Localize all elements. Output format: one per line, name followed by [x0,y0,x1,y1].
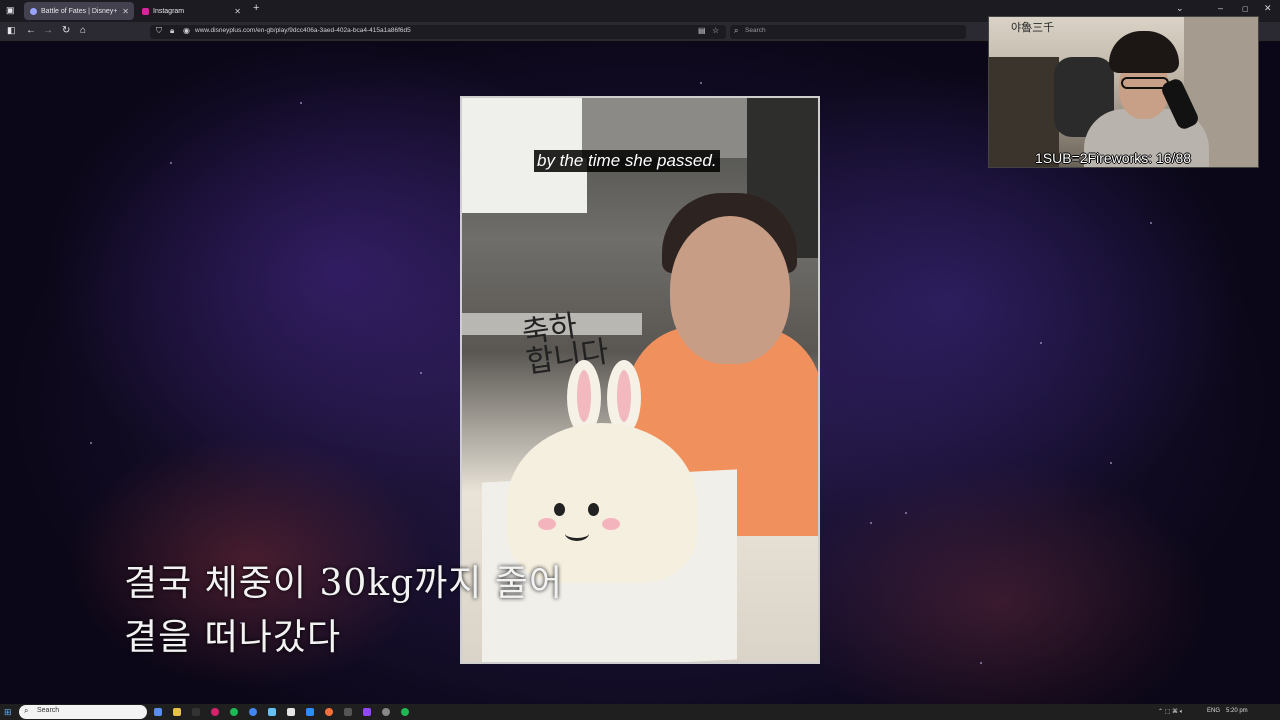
language-indicator[interactable]: ENG [1207,708,1220,714]
address-bar[interactable]: ⛉ 🔒︎ ◉ www.disneyplus.com/en-gb/play/9dc… [150,25,726,39]
subtitle-caption: by the time she passed. [534,150,720,172]
lock-icon[interactable]: 🔒︎ [170,26,174,36]
url-text[interactable]: www.disneyplus.com/en-gb/play/9dcc406a-3… [195,27,411,34]
home-icon[interactable]: ⌂ [80,25,86,36]
app-icon[interactable] [192,708,200,716]
app-icon[interactable] [363,708,371,716]
search-icon: ⌕ [24,706,29,715]
reader-view-icon[interactable]: ▤ [698,26,706,35]
firefox-icon[interactable] [325,708,333,716]
tab-disney[interactable]: Battle of Fates | Disney+ ✕ [24,2,134,20]
speaker-icon [30,7,37,15]
site-icon: ◉ [183,26,190,35]
search-bar[interactable]: ⌕ Search [730,25,966,39]
windows-start-icon[interactable]: ⊞ [4,707,12,718]
task-view-icon[interactable] [154,708,162,716]
chevron-down-icon[interactable]: ⌄ [1176,3,1184,14]
search-placeholder: Search [745,27,766,34]
clock[interactable]: 5:20 pm [1226,708,1248,714]
maximize-icon[interactable]: ▢ [1242,5,1249,13]
new-tab-button[interactable]: + [253,2,259,14]
bookmark-star-icon[interactable]: ☆ [712,26,719,35]
taskbar-search[interactable]: ⌕ Search [19,705,147,719]
cake-eye [588,503,599,516]
window-close-icon[interactable]: ✕ [1264,3,1272,14]
shield-icon[interactable]: ⛉ [156,26,162,36]
streamer-hair [1109,31,1179,73]
tab-title: Instagram [153,7,185,15]
cake-mouth [565,526,589,541]
cake-blush [602,518,620,530]
app-icon[interactable] [287,708,295,716]
tab-list-icon[interactable]: ▣ [6,5,15,16]
minimize-icon[interactable]: – [1218,3,1223,13]
back-icon[interactable]: ← [26,25,36,36]
korean-subtitle-line-1: 결국 체중이 30kg까지 줄어 [124,563,564,604]
cake-eye [554,503,565,516]
taskbar: ⊞ ⌕ Search ⌃ ⬚ ⌘ 🔈︎ ENG 5:20 pm [0,704,1280,720]
tab-instagram[interactable]: Instagram ✕ [136,2,246,20]
file-explorer-icon[interactable] [173,708,181,716]
cake-blush [538,518,556,530]
channel-logo: 야魯三千 [1011,21,1055,34]
spotify-icon[interactable] [230,708,238,716]
forward-icon[interactable]: → [43,25,53,36]
app-icon[interactable] [344,708,352,716]
close-icon[interactable]: ✕ [234,7,241,16]
fireworks-counter: 1SUB=2Fireworks: 16/88 [1035,150,1192,166]
steam-icon[interactable] [268,708,276,716]
korean-subtitle-line-2: 곁을 떠나갔다 [124,617,342,658]
search-icon: ⌕ [734,26,739,35]
app-icon[interactable] [306,708,314,716]
sidebar-icon[interactable]: ◧ [7,25,16,36]
instagram-icon [142,7,149,15]
obs-icon[interactable] [382,708,390,716]
person-face [670,216,790,364]
kitchen-shelf [582,98,767,158]
handwritten-text: 축하 합니다 [519,308,611,381]
taskbar-search-label: Search [37,707,60,714]
chrome-icon[interactable] [249,708,257,716]
app-icon[interactable] [401,708,409,716]
close-icon[interactable]: ✕ [122,7,129,16]
tray-icons[interactable]: ⌃ ⬚ ⌘ 🔈︎ [1158,708,1183,716]
app-icon[interactable] [211,708,219,716]
webcam-overlay: 야魯三千 1SUB=2Fireworks: 16/88 [988,16,1259,168]
reload-icon[interactable]: ↻ [62,25,70,36]
tab-title: Battle of Fates | Disney+ [41,7,118,15]
